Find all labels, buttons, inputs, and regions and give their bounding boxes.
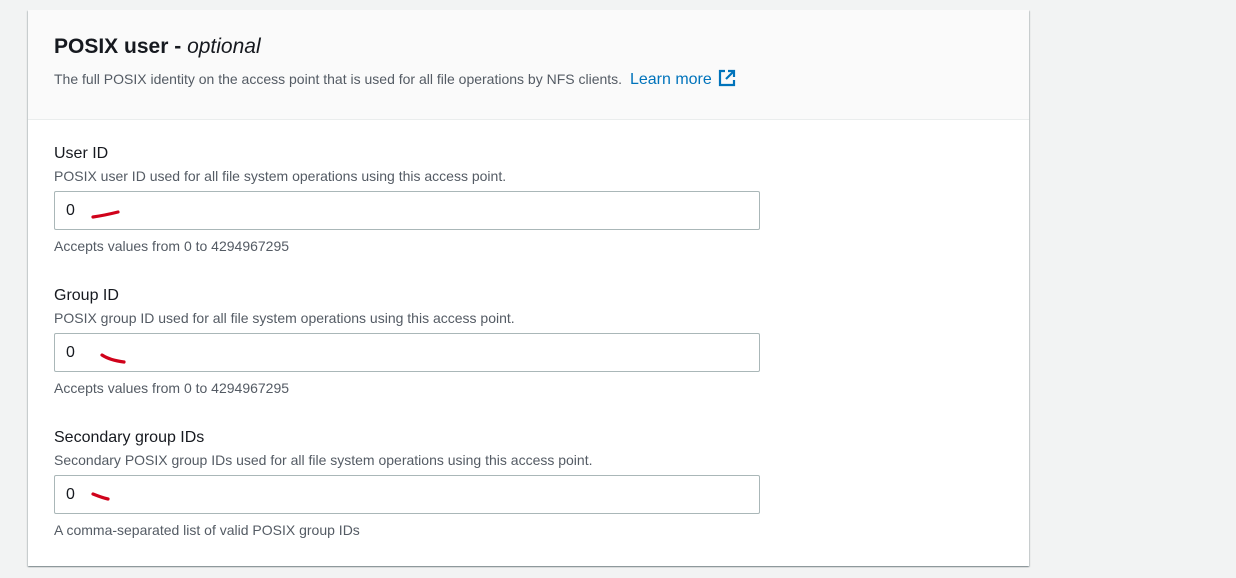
posix-user-panel: POSIX user - optional The full POSIX ide… [28,10,1029,566]
secondary-group-ids-input[interactable] [54,475,760,514]
learn-more-link[interactable]: Learn more [629,69,736,88]
user-id-constraint: Accepts values from 0 to 4294967295 [54,238,290,254]
section-title: POSIX user - optional [54,35,261,59]
user-id-label: User ID [54,145,109,162]
section-title-dash: - [168,35,188,58]
user-id-help: POSIX user ID used for all file system o… [54,168,507,184]
section-title-optional: optional [187,35,261,58]
section-title-main: POSIX user [54,35,169,58]
group-id-input[interactable] [54,333,760,372]
learn-more-label: Learn more [629,71,712,88]
section-description-text: The full POSIX identity on the access po… [54,71,623,87]
panel-header: POSIX user - optional The full POSIX ide… [28,10,1029,120]
secondary-group-ids-label: Secondary group IDs [54,429,205,446]
group-id-help: POSIX group ID used for all file system … [54,310,515,326]
external-link-icon [718,69,735,87]
group-id-label: Group ID [54,287,119,304]
secondary-group-ids-help: Secondary POSIX group IDs used for all f… [54,452,593,468]
user-id-input[interactable] [54,191,760,230]
section-description: The full POSIX identity on the access po… [54,69,736,90]
secondary-group-ids-constraint: A comma-separated list of valid POSIX gr… [54,522,360,538]
group-id-constraint: Accepts values from 0 to 4294967295 [54,380,290,396]
